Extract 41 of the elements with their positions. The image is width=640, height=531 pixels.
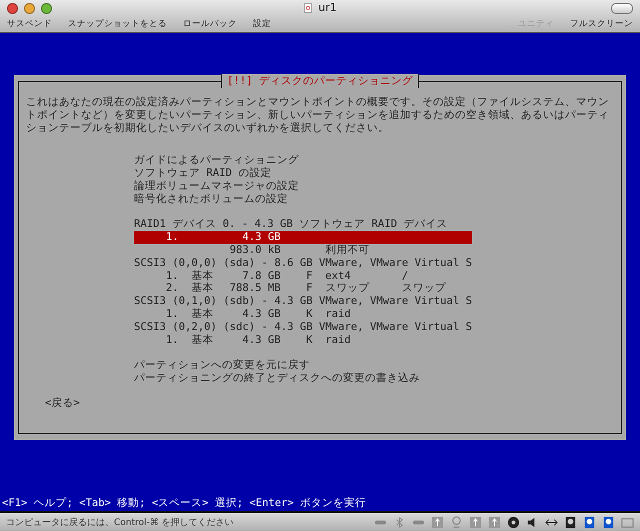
toolbar-item[interactable]: サスペンド xyxy=(7,18,52,30)
cd-icon[interactable] xyxy=(507,516,520,528)
menu-item[interactable]: ソフトウェア RAID の設定 xyxy=(134,167,472,180)
usb-icon[interactable] xyxy=(469,516,482,528)
menu-item[interactable]: 論理ボリュームマネージャの設定 xyxy=(134,180,472,193)
hard-drive-icon[interactable] xyxy=(583,516,596,528)
status-message: コンピュータに戻るには、Control-⌘ を押してください xyxy=(6,516,234,528)
partition-row[interactable]: 1. 基本 4.3 GB K raid xyxy=(134,334,472,346)
zoom-icon[interactable] xyxy=(41,2,52,14)
usb-icon[interactable] xyxy=(488,516,501,528)
device-item[interactable]: SCSI3 (0,2,0) (sdc) - 4.3 GB VMware, VMware Virtual S xyxy=(134,320,472,334)
partition-row[interactable]: 1. 基本 7.8 GB F ext4 / xyxy=(134,270,472,282)
device-item[interactable]: SCSI3 (0,1,0) (sdb) - 4.3 GB VMware, VMware Virtual S xyxy=(134,295,472,308)
toolbar-item[interactable]: フルスクリーン xyxy=(570,18,633,30)
usb-icon[interactable] xyxy=(431,516,444,528)
action-item[interactable]: パーティショニングの終了とディスクへの変更の書き込み xyxy=(134,372,472,385)
hard-drive-icon[interactable] xyxy=(564,516,577,528)
device-item[interactable]: RAID1 デバイス 0. - 4.3 GB ソフトウェア RAID デバイス xyxy=(134,218,472,232)
device-item[interactable]: SCSI3 (0,0,0) (sda) - 8.6 GB VMware, VMware Virtual S xyxy=(134,256,472,270)
action-item[interactable]: パーティションへの変更を元に戻す xyxy=(134,359,472,372)
hard-drive-icon[interactable] xyxy=(602,516,615,528)
document-icon xyxy=(303,2,314,14)
menu-item[interactable]: 暗号化されたボリュームの設定 xyxy=(134,192,472,206)
toolbar-toggle-icon[interactable] xyxy=(611,2,633,14)
help-line: <F1> ヘルプ; <Tab> 移動; <スペース> 選択; <Enter> ボタンを実行 xyxy=(2,497,368,510)
description-text: これはあなたの現在の設定済みパーティションとマウントポイントの概要です。その設定（ファイルシステム、マウントポイントなど）を変更したいパーティション、新しいパーティションを追加するための空き領域、あるいはパーティションテーブルを初期化したいデバイスのいずれかを選択してください。 xyxy=(26,96,610,134)
partition-row[interactable]: 1. 4.3 GB xyxy=(134,231,472,244)
minimize-icon[interactable] xyxy=(24,2,35,14)
partition-row[interactable]: 983.0 kB 利用不可 xyxy=(134,244,472,257)
window-title: ur1 xyxy=(318,1,337,14)
close-icon[interactable] xyxy=(7,2,18,14)
partition-row[interactable]: 1. 基本 4.3 GB K raid xyxy=(134,308,472,321)
partition-row[interactable]: 2. 基本 788.5 MB F スワップ スワップ xyxy=(134,282,472,296)
dialog-title: [!!] ディスクのパーティショニング xyxy=(221,74,419,88)
menu-item[interactable]: ガイドによるパーティショニング xyxy=(134,154,472,168)
folder-icon[interactable] xyxy=(621,516,634,528)
toolbar-item[interactable]: スナップショットをとる xyxy=(68,18,167,30)
webcam-icon[interactable] xyxy=(450,516,463,528)
toolbar-item[interactable]: 設定 xyxy=(253,18,271,30)
back-button[interactable]: <戻る> xyxy=(45,396,80,410)
toolbar-item[interactable]: ロールバック xyxy=(183,18,237,30)
